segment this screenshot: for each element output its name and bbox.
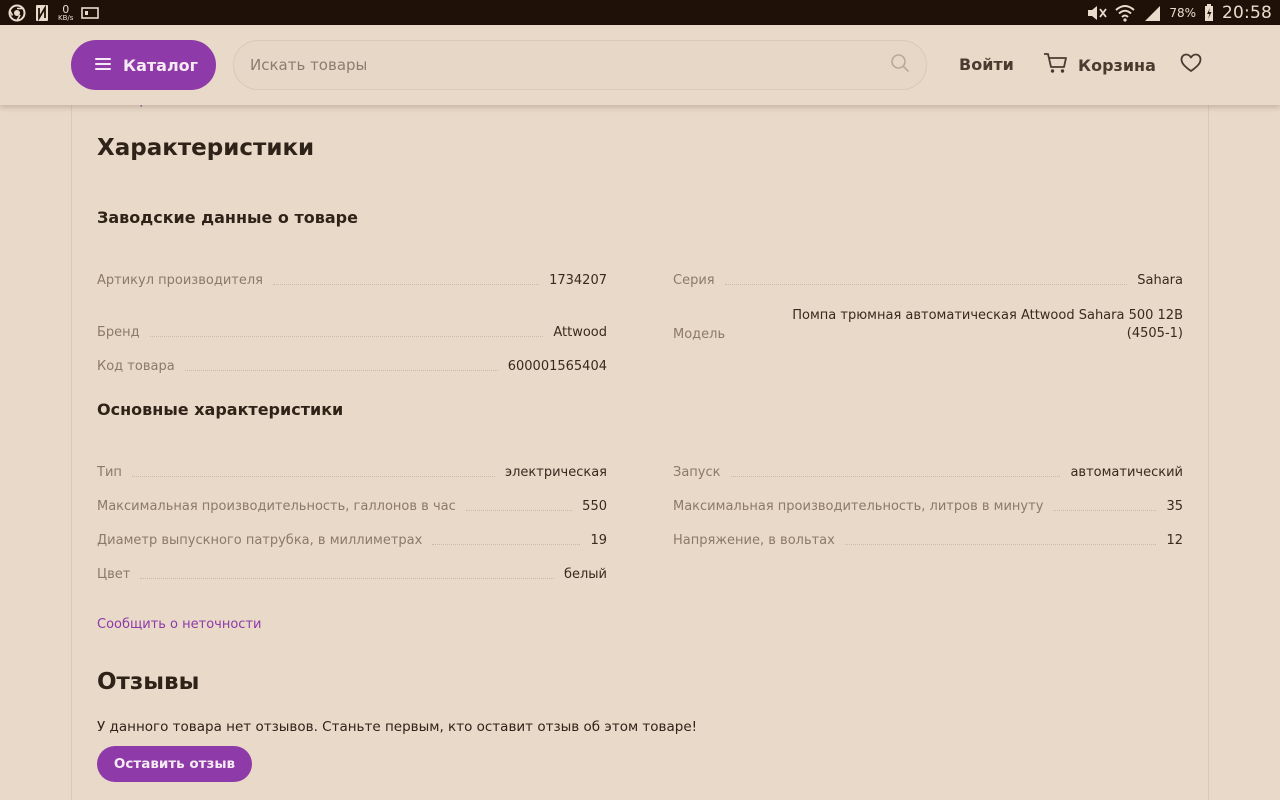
search-icon[interactable] [890, 53, 910, 77]
spec-dots [844, 533, 1157, 545]
spec-dots [131, 465, 495, 477]
leave-review-button[interactable]: Оставить отзыв [97, 746, 252, 782]
catalog-button[interactable]: Каталог [71, 40, 216, 90]
spec-row: Цвет белый [97, 567, 607, 582]
spec-row: Максимальная производительность, литров … [673, 499, 1183, 514]
spec-value: 12 [1166, 533, 1183, 548]
battery-charging-icon [1204, 3, 1214, 22]
status-bar-right: 78% 20:58 [1085, 3, 1272, 23]
catalog-label: Каталог [123, 55, 199, 75]
spec-value: автоматический [1070, 465, 1183, 480]
spec-label: Модель [673, 327, 726, 342]
spec-value: 550 [582, 499, 607, 514]
status-bar-left: 0 KB/s [8, 4, 100, 22]
spec-value: 600001565404 [507, 359, 607, 374]
search-bar [233, 40, 927, 90]
menu-icon [95, 56, 111, 75]
spec-label: Код товара [97, 359, 175, 374]
site-header: Каталог Войти Корзина [0, 25, 1280, 105]
reviews-title: Отзывы [97, 669, 200, 695]
spec-row: Бренд Attwood [97, 325, 607, 340]
favorites-heart-icon[interactable] [1180, 53, 1202, 77]
sd-card-icon [81, 6, 100, 20]
network-speed-unit: KB/s [58, 13, 74, 22]
spec-label: Тип [97, 465, 122, 480]
spec-label: Максимальная производительность, галлоно… [97, 499, 456, 514]
wifi-icon [1115, 4, 1135, 22]
spec-value: электрическая [504, 465, 607, 480]
spec-label: Артикул производителя [97, 273, 263, 288]
spec-value: белый [563, 567, 607, 582]
spec-row: Напряжение, в вольтах 12 [673, 533, 1183, 548]
spec-value: Attwood [553, 325, 607, 340]
spec-label: Диаметр выпускного патрубка, в миллиметр… [97, 533, 423, 548]
spec-row: Код товара 600001565404 [97, 359, 607, 374]
spec-row: Серия Sahara [673, 273, 1183, 288]
spec-row: Диаметр выпускного патрубка, в миллиметр… [97, 533, 607, 548]
specs-title: Характеристики [97, 135, 315, 161]
spec-label: Максимальная производительность, литров … [673, 499, 1044, 514]
spec-dots [140, 567, 554, 579]
spec-row: Максимальная производительность, галлоно… [97, 499, 607, 514]
signal-icon [1143, 4, 1161, 22]
spec-row: Запуск автоматический [673, 465, 1183, 480]
spec-dots [1053, 499, 1157, 511]
mute-icon [1085, 4, 1108, 22]
spec-row: Артикул производителя 1734207 [97, 273, 607, 288]
spec-dots [184, 359, 498, 371]
spec-value: 19 [590, 533, 607, 548]
search-input[interactable] [250, 56, 890, 74]
clock: 20:58 [1222, 2, 1272, 23]
spec-row: Модель Помпа трюмная автоматическая Attw… [673, 307, 1183, 343]
status-bar: 0 KB/s 78% 20:58 [0, 0, 1280, 25]
factory-data-title: Заводские данные о товаре [97, 208, 358, 227]
spec-dots [149, 325, 544, 337]
network-speed: 0 KB/s [58, 4, 73, 22]
spec-dots [465, 499, 573, 511]
spec-label: Напряжение, в вольтах [673, 533, 835, 548]
spec-dots [730, 465, 1061, 477]
spec-dots [724, 273, 1128, 285]
spec-label: Бренд [97, 325, 140, 340]
spec-label: Запуск [673, 465, 721, 480]
login-link[interactable]: Войти [959, 55, 1014, 74]
spec-row: Тип электрическая [97, 465, 607, 480]
spec-label: Серия [673, 273, 715, 288]
report-inaccuracy-link[interactable]: Сообщить о неточности [97, 617, 261, 632]
chrome-icon [8, 4, 26, 22]
spec-value: 35 [1166, 499, 1183, 514]
spec-dots [272, 273, 540, 285]
spec-dots [432, 533, 581, 545]
cart-link[interactable]: Корзина [1043, 52, 1156, 78]
spec-value: Помпа трюмная автоматическая Attwood Sah… [792, 308, 1183, 341]
battery-percent: 78% [1169, 5, 1196, 20]
network-speed-value: 0 [62, 2, 70, 16]
no-reviews-text: У данного товара нет отзывов. Станьте пе… [97, 719, 698, 735]
spec-value: 1734207 [549, 273, 607, 288]
product-content-card [71, 60, 1209, 800]
main-specs-title: Основные характеристики [97, 400, 344, 419]
spec-label: Цвет [97, 567, 131, 582]
cart-label: Корзина [1078, 55, 1156, 75]
spec-value: Sahara [1137, 273, 1183, 288]
notification-doc-icon [34, 4, 50, 22]
cart-icon [1043, 52, 1068, 78]
